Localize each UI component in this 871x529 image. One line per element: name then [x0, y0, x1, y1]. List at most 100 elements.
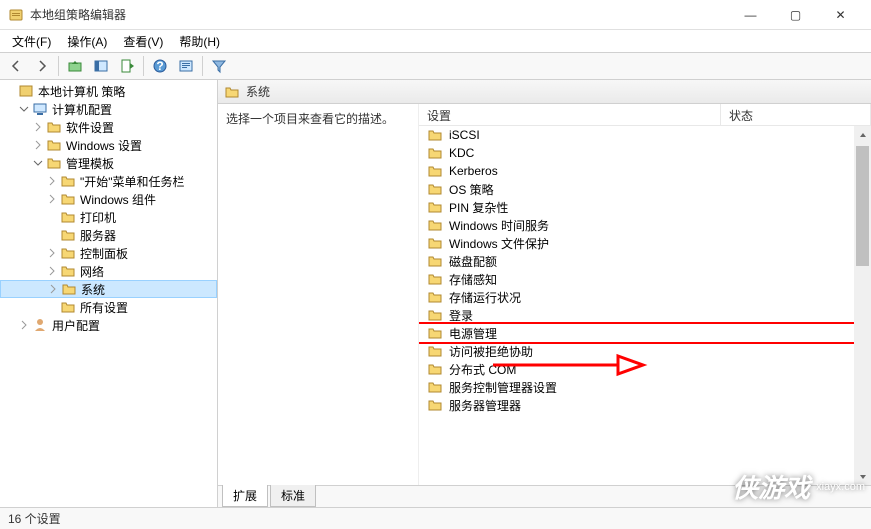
- list-item-label: 存储感知: [449, 271, 497, 288]
- expander-expand-icon[interactable]: [46, 265, 58, 277]
- expander-expand-icon[interactable]: [18, 319, 30, 331]
- list-item[interactable]: 磁盘配额: [419, 252, 854, 270]
- list-item[interactable]: 分布式 COM: [419, 360, 854, 378]
- folder-icon: [427, 181, 443, 197]
- list-item[interactable]: Windows 时间服务: [419, 216, 854, 234]
- folder-icon: [427, 199, 443, 215]
- scroll-down-arrow-icon[interactable]: [854, 468, 871, 485]
- vertical-scrollbar[interactable]: [854, 126, 871, 485]
- list-item[interactable]: PIN 复杂性: [419, 198, 854, 216]
- expander-expand-icon[interactable]: [32, 121, 44, 133]
- menu-help[interactable]: 帮助(H): [171, 31, 228, 52]
- list-item[interactable]: 登录: [419, 306, 854, 324]
- expander-collapse-icon[interactable]: [32, 157, 44, 169]
- folder-icon: [46, 137, 62, 153]
- folder-icon: [427, 343, 443, 359]
- folder-icon: [46, 119, 62, 135]
- list-item[interactable]: 电源管理: [419, 324, 854, 342]
- column-setting[interactable]: 设置: [419, 104, 721, 125]
- tab-extended[interactable]: 扩展: [222, 485, 268, 507]
- maximize-button[interactable]: ▢: [773, 0, 818, 30]
- expander-expand-icon[interactable]: [46, 175, 58, 187]
- expander-icon[interactable]: [4, 85, 16, 97]
- tab-standard[interactable]: 标准: [270, 485, 316, 507]
- forward-button[interactable]: [30, 54, 54, 78]
- list-item[interactable]: KDC: [419, 144, 854, 162]
- list-item[interactable]: iSCSI: [419, 126, 854, 144]
- tree-control-panel[interactable]: 控制面板: [0, 244, 217, 262]
- folder-icon: [427, 217, 443, 233]
- tree-admin-templates[interactable]: 管理模板: [0, 154, 217, 172]
- list-item-label: KDC: [449, 146, 474, 160]
- tree-pane[interactable]: 本地计算机 策略 计算机配置 软件设置 Windows 设置 管理模板 "开始"…: [0, 80, 218, 507]
- folder-icon: [60, 245, 76, 261]
- expander-expand-icon[interactable]: [32, 139, 44, 151]
- list-item-label: 磁盘配额: [449, 253, 497, 270]
- folder-icon: [224, 84, 240, 100]
- expander-expand-icon[interactable]: [46, 247, 58, 259]
- folder-icon: [60, 227, 76, 243]
- show-hide-tree-button[interactable]: [89, 54, 113, 78]
- minimize-button[interactable]: —: [728, 0, 773, 30]
- tree-windows-settings[interactable]: Windows 设置: [0, 136, 217, 154]
- app-icon: [8, 7, 24, 23]
- policy-icon: [18, 83, 34, 99]
- tree-all-settings[interactable]: 所有设置: [0, 298, 217, 316]
- menubar: 文件(F) 操作(A) 查看(V) 帮助(H): [0, 30, 871, 52]
- tree-computer-config[interactable]: 计算机配置: [0, 100, 217, 118]
- folder-icon: [427, 325, 443, 341]
- folder-icon: [61, 281, 77, 297]
- close-button[interactable]: ✕: [818, 0, 863, 30]
- list-item[interactable]: 存储感知: [419, 270, 854, 288]
- description-column: 选择一个项目来查看它的描述。: [218, 104, 418, 485]
- back-button[interactable]: [4, 54, 28, 78]
- list-item-label: 服务器管理器: [449, 397, 521, 414]
- list-item[interactable]: 访问被拒绝协助: [419, 342, 854, 360]
- menu-file[interactable]: 文件(F): [4, 31, 59, 52]
- folder-icon: [60, 173, 76, 189]
- tree-printers[interactable]: 打印机: [0, 208, 217, 226]
- list-item[interactable]: 存储运行状况: [419, 288, 854, 306]
- content-body: 选择一个项目来查看它的描述。 设置 状态 iSCSI KDC KerberosOS …: [218, 104, 871, 485]
- tree-root[interactable]: 本地计算机 策略: [0, 82, 217, 100]
- menu-view[interactable]: 查看(V): [115, 31, 171, 52]
- tree-windows-components[interactable]: Windows 组件: [0, 190, 217, 208]
- list-column: 设置 状态 iSCSIKDCKerberosOS 策略PIN 复杂性Window…: [418, 104, 871, 485]
- list-items[interactable]: iSCSI KDC KerberosOS 策略PIN 复杂性Windows 时间服务…: [419, 126, 854, 485]
- up-button[interactable]: [63, 54, 87, 78]
- export-button[interactable]: [115, 54, 139, 78]
- help-button[interactable]: ?: [148, 54, 172, 78]
- scroll-up-arrow-icon[interactable]: [854, 126, 871, 143]
- expander-expand-icon[interactable]: [46, 193, 58, 205]
- folder-icon: [60, 209, 76, 225]
- content-title: 系统: [246, 83, 270, 100]
- folder-icon: [46, 155, 62, 171]
- folder-icon: [427, 379, 443, 395]
- properties-button[interactable]: [174, 54, 198, 78]
- column-state[interactable]: 状态: [721, 104, 871, 125]
- folder-icon: [60, 299, 76, 315]
- filter-button[interactable]: [207, 54, 231, 78]
- tree-software-settings[interactable]: 软件设置: [0, 118, 217, 136]
- expander-collapse-icon[interactable]: [18, 103, 30, 115]
- list-item[interactable]: Kerberos: [419, 162, 854, 180]
- expander-expand-icon[interactable]: [47, 283, 59, 295]
- toolbar-separator: [58, 56, 59, 76]
- tree-system[interactable]: 系统: [0, 280, 217, 298]
- list-item[interactable]: OS 策略: [419, 180, 854, 198]
- list-item-label: OS 策略: [449, 181, 494, 198]
- list-item-label: 登录: [449, 307, 473, 324]
- tree-server[interactable]: 服务器: [0, 226, 217, 244]
- scroll-thumb[interactable]: [856, 146, 869, 266]
- tree-user-config[interactable]: 用户配置: [0, 316, 217, 334]
- tabs-row: 扩展 标准: [218, 485, 871, 507]
- list-item[interactable]: Windows 文件保护: [419, 234, 854, 252]
- tree-start-menu[interactable]: "开始"菜单和任务栏: [0, 172, 217, 190]
- menu-action[interactable]: 操作(A): [59, 31, 115, 52]
- main-area: 本地计算机 策略 计算机配置 软件设置 Windows 设置 管理模板 "开始"…: [0, 80, 871, 507]
- list-item[interactable]: 服务器管理器: [419, 396, 854, 414]
- tree-network[interactable]: 网络: [0, 262, 217, 280]
- list-item[interactable]: 服务控制管理器设置: [419, 378, 854, 396]
- folder-icon: [427, 397, 443, 413]
- list-item-label: PIN 复杂性: [449, 199, 508, 216]
